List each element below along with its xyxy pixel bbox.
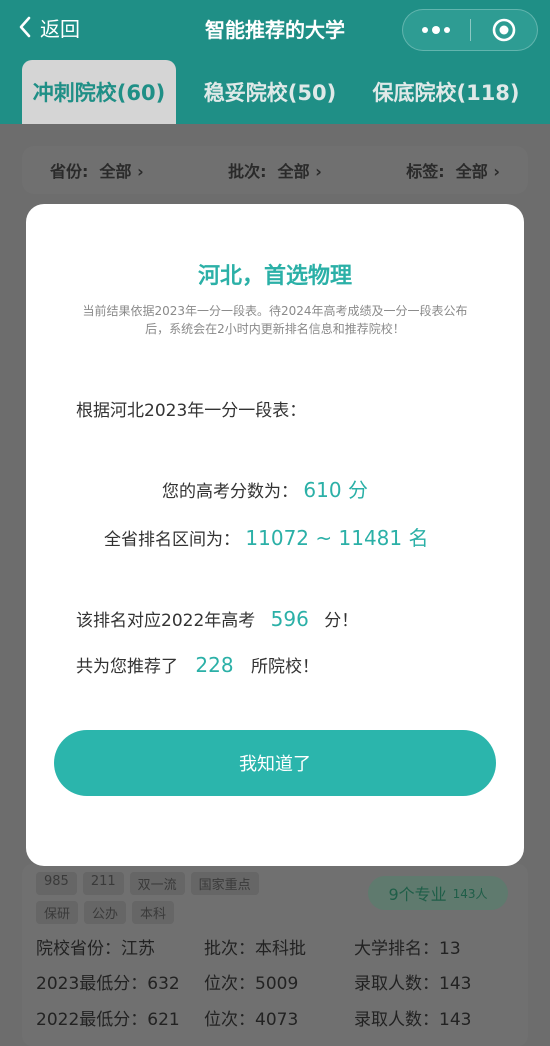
recommend-label: 共为您推荐了: [76, 657, 178, 677]
tab-sprint-schools[interactable]: 冲刺院校(60): [22, 60, 176, 124]
tag: 985: [36, 872, 77, 895]
equivalent-suffix: 分！: [324, 611, 359, 631]
rank-label: 全省排名区间为：: [104, 530, 240, 550]
info-ranking: 大学排名：13: [354, 939, 461, 959]
tab-safe-schools[interactable]: 保底院校(118): [360, 60, 532, 124]
major-count-button[interactable]: 9个专业 143人: [368, 876, 508, 910]
tag: 保研: [36, 901, 79, 924]
equivalent-label: 该排名对应2022年高考: [76, 611, 256, 631]
tag: 国家重点: [190, 872, 259, 895]
info-2023-min-score: 2023最低分：632: [36, 974, 180, 994]
rank-line: 全省排名区间为： 11072 ~ 11481 名: [104, 522, 428, 551]
recommend-count: 228: [195, 653, 234, 677]
close-mini-program-button[interactable]: [471, 10, 538, 50]
score-result-dialog: 河北，首选物理 当前结果依据2023年一分一段表。待2024年高考成绩及一分一段…: [26, 204, 524, 866]
score-value: 610 分: [303, 478, 368, 502]
basis-text: 根据河北2023年一分一段表：: [76, 401, 307, 421]
tag: 双一流: [129, 872, 185, 895]
confirm-button[interactable]: 我知道了: [54, 730, 496, 796]
filter-batch[interactable]: 批次: 全部 ›: [228, 158, 322, 182]
filter-bar: 省份: 全部 › 批次: 全部 › 标签: 全部 ›: [22, 146, 528, 194]
tab-steady-schools[interactable]: 稳妥院校(50): [190, 60, 350, 124]
filter-province[interactable]: 省份: 全部 ›: [50, 158, 144, 182]
category-tabs: 冲刺院校(60) 稳妥院校(50) 保底院校(118): [0, 56, 550, 124]
info-province: 院校省份：江苏: [36, 939, 155, 959]
score-label: 您的高考分数为：: [162, 482, 298, 502]
more-dots-icon: [422, 26, 451, 34]
info-2023-rank: 位次：5009: [204, 974, 299, 994]
score-line: 您的高考分数为： 610 分: [162, 474, 368, 503]
dialog-note: 当前结果依据2023年一分一段表。待2024年高考成绩及一分一段表公布后，系统会…: [82, 304, 468, 336]
rank-value: 11072 ~ 11481 名: [245, 526, 429, 550]
filter-tag[interactable]: 标签: 全部 ›: [406, 158, 500, 182]
recommend-suffix: 所院校！: [251, 657, 319, 677]
info-batch: 批次：本科批: [204, 939, 306, 959]
tag: 公办: [84, 901, 127, 924]
info-2022-rank: 位次：4073: [204, 1010, 299, 1030]
tag: 211: [82, 872, 124, 895]
target-circle-icon: [492, 18, 516, 42]
equivalent-score: 596: [270, 607, 309, 631]
mini-program-capsule: [402, 9, 538, 51]
info-2023-admitted: 录取人数：143: [354, 974, 472, 994]
dialog-title: 河北，首选物理: [197, 264, 352, 289]
info-2022-admitted: 录取人数：143: [354, 1010, 472, 1030]
nav-bar: 返回 智能推荐的大学: [0, 0, 550, 56]
equivalent-line: 该排名对应2022年高考 596 分！: [76, 606, 358, 631]
tag: 本科: [132, 901, 175, 924]
university-tags: 985 211 双一流 国家重点 保研 公办 本科: [36, 872, 296, 924]
recommend-line: 共为您推荐了 228 所院校！: [76, 652, 319, 677]
info-2022-min-score: 2022最低分：621: [36, 1010, 180, 1030]
more-button[interactable]: [403, 10, 470, 50]
